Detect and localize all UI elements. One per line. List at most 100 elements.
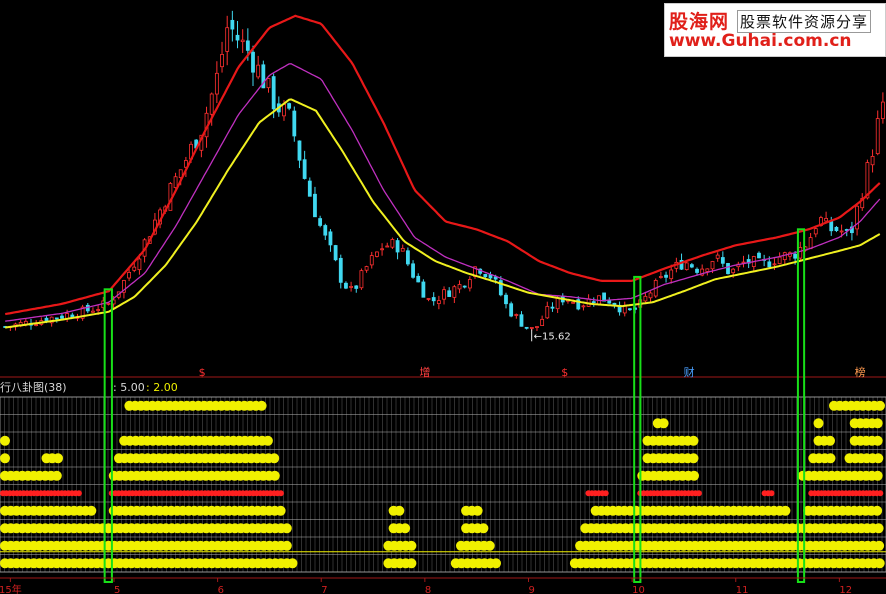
candle: [855, 204, 859, 236]
candle-body: [607, 300, 612, 304]
candle-body: [808, 237, 813, 250]
candle-body: [664, 274, 668, 278]
dot-segment: [0, 435, 10, 446]
candle-body: [344, 282, 348, 289]
dot-segment: [461, 505, 483, 516]
indicator-dot: [406, 540, 417, 551]
candle-body: [137, 258, 142, 271]
candle: [457, 280, 462, 294]
candle: [354, 285, 359, 293]
indicator-dot: [478, 523, 489, 534]
candle-body: [710, 261, 715, 270]
indicator-param-2: : 2.00: [146, 381, 178, 394]
candle-body: [483, 274, 488, 278]
indicator-dot: [874, 540, 885, 551]
candle-body: [731, 268, 736, 274]
indicator-param-1: : 5.00: [113, 381, 145, 394]
candle-body: [457, 284, 462, 290]
candle: [664, 271, 668, 283]
candle-body: [880, 101, 885, 119]
candle: [292, 106, 297, 142]
candle-body: [648, 292, 653, 299]
candle: [447, 287, 452, 297]
candle-body: [426, 298, 431, 300]
indicator-dot: [872, 418, 883, 429]
candle-body: [705, 268, 710, 272]
candle: [344, 281, 348, 290]
guhai-logo[interactable]: 股海网 股票软件资源分享 www.Guhai.com.cn: [664, 3, 886, 57]
candle-body: [813, 228, 818, 235]
candle: [591, 297, 596, 307]
candle-body: [349, 286, 354, 288]
candle-body: [240, 39, 245, 43]
indicator-dot: [0, 453, 10, 464]
indicator-dot: [86, 505, 97, 516]
candle: [762, 254, 767, 267]
candle-body: [214, 72, 219, 95]
x-tick-label: 5: [114, 585, 120, 594]
candle-body: [622, 305, 627, 314]
dot-segment: [642, 435, 699, 446]
candle-body: [220, 54, 224, 68]
indicator-dot: [872, 435, 883, 446]
logo-tagline: 股票软件资源分享: [737, 10, 872, 33]
dot-segment: [642, 453, 699, 464]
candle-body: [571, 301, 576, 304]
indicator-dot: [484, 540, 495, 551]
candle-body: [545, 306, 550, 319]
candle: [834, 226, 839, 233]
dot-segment: [797, 470, 883, 481]
candle: [328, 229, 333, 252]
candle: [369, 251, 374, 269]
dot-segment: [829, 400, 885, 411]
candle: [411, 260, 415, 279]
candle: [824, 211, 828, 222]
candle-body: [416, 275, 421, 283]
candle: [850, 221, 854, 241]
dot-segment: [569, 558, 885, 569]
candle: [880, 92, 885, 124]
indicator-dot: [602, 490, 609, 497]
candle: [581, 304, 586, 311]
indicator-dot: [873, 453, 884, 464]
candle-body: [591, 301, 596, 304]
indicator-dot: [472, 505, 483, 516]
dot-segment: [652, 418, 669, 429]
candle-body: [689, 264, 694, 268]
candle-body: [297, 140, 302, 161]
indicator-dot: [872, 505, 883, 516]
ma-magenta-line: [5, 63, 881, 322]
candle-body: [405, 250, 410, 265]
candle: [240, 29, 245, 53]
candle: [442, 286, 446, 305]
candle: [535, 326, 539, 331]
candle-body: [550, 306, 555, 309]
indicator-dot: [400, 523, 411, 534]
signal-box: [103, 288, 113, 583]
signal-box: [633, 275, 642, 583]
candle: [545, 301, 550, 320]
candle-body: [400, 248, 405, 252]
candle-body: [695, 268, 699, 273]
candle-body: [581, 305, 586, 308]
candle-body: [772, 263, 777, 266]
candle-body: [54, 317, 59, 320]
dot-segment: [383, 558, 417, 569]
candle: [509, 301, 514, 318]
candle-body: [60, 315, 64, 319]
indicator-dot: [394, 505, 405, 516]
candle: [808, 232, 813, 250]
indicator-dot: [658, 418, 669, 429]
candle: [333, 244, 338, 262]
indicator-dot: [275, 505, 286, 516]
dot-segment: [450, 558, 501, 569]
candle-body: [514, 314, 519, 316]
logo-url: www.Guhai.com.cn: [669, 31, 852, 51]
candle: [628, 308, 632, 311]
stock-chart[interactable]: 15年 5 6 7 8 9 10 11 12 ←15.62 $ 增 $ 财 榜 行八卦图(38) : 5…: [0, 0, 886, 594]
candle-body: [287, 103, 292, 109]
indicator-name: 行八卦图(38): [0, 380, 67, 394]
dot-segment: [849, 418, 883, 429]
dot-segment: [0, 453, 10, 464]
dot-segment: [0, 490, 82, 497]
